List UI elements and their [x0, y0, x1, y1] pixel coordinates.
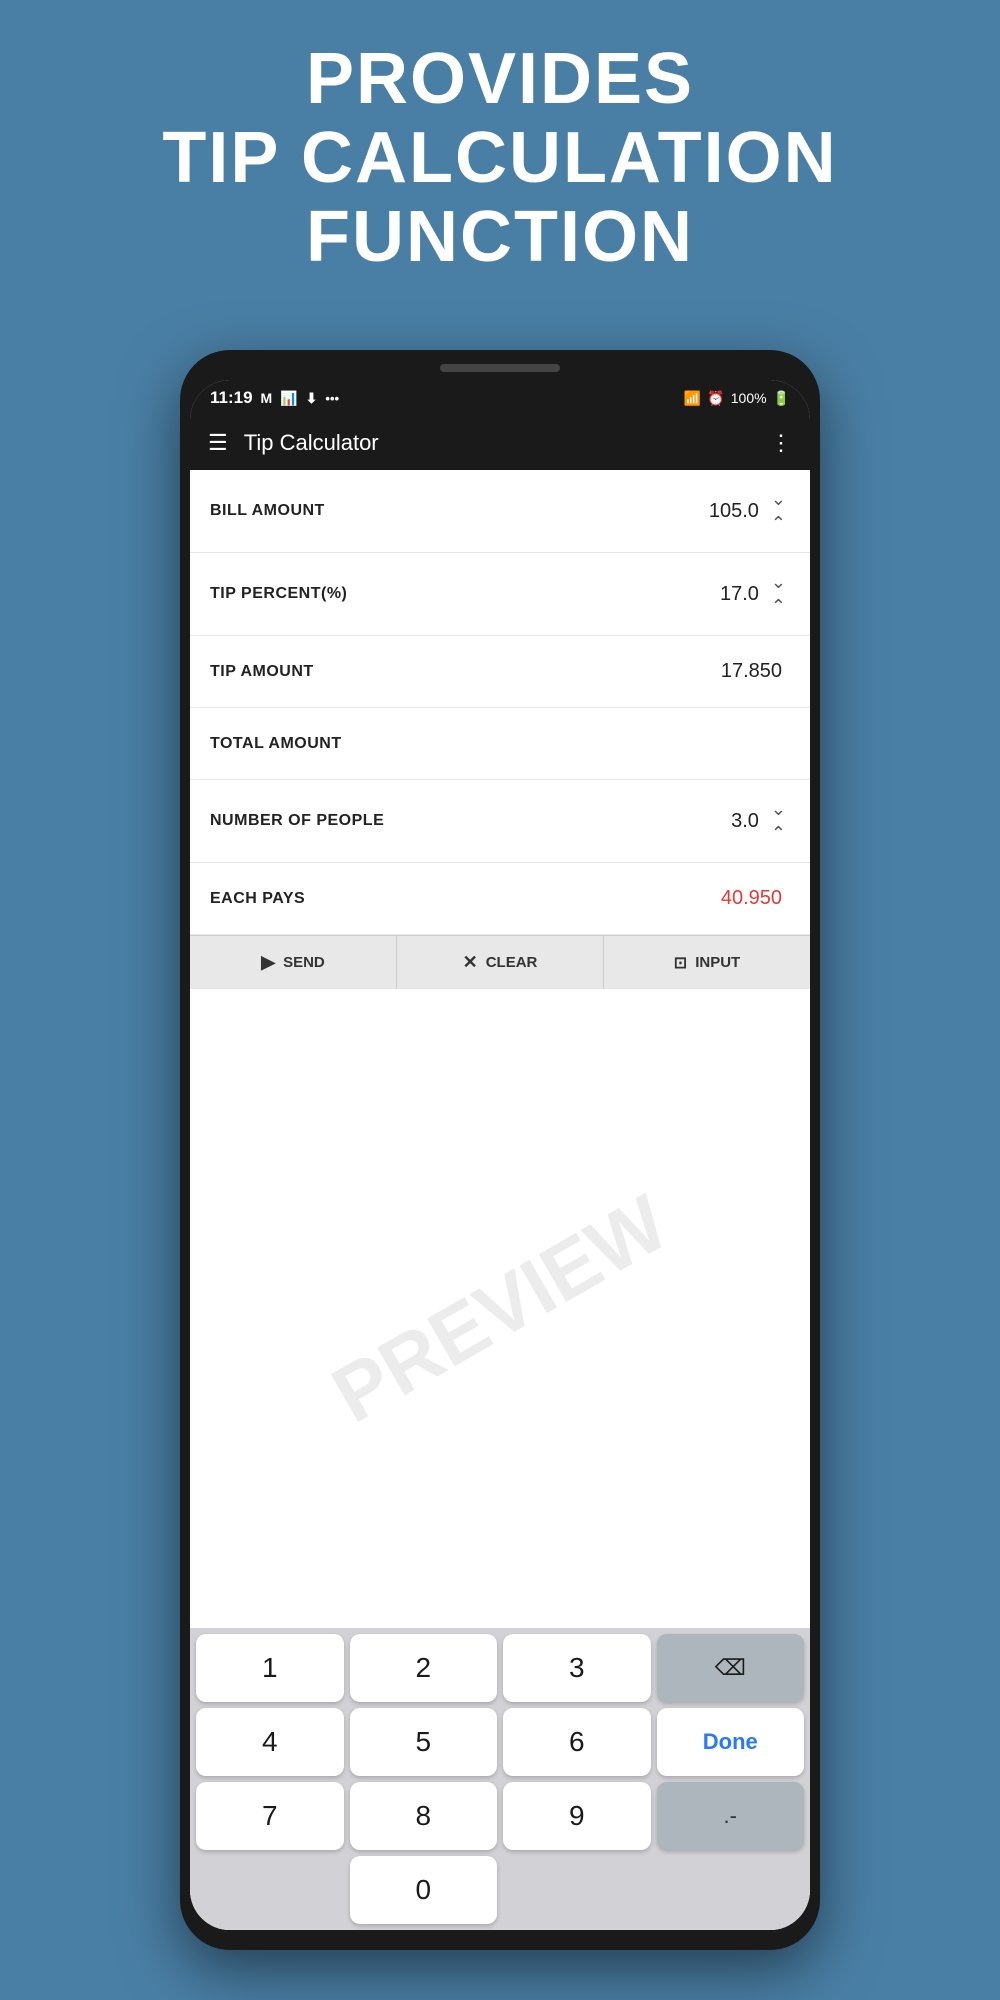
empty-space: PREVIEW — [190, 989, 810, 1628]
key-6[interactable]: 6 — [503, 1708, 651, 1776]
key-0[interactable]: 0 — [350, 1856, 498, 1924]
key-done[interactable]: Done — [657, 1708, 805, 1776]
bill-amount-up[interactable]: ⌃ — [767, 512, 790, 534]
key-backspace[interactable]: ⌫ — [657, 1634, 805, 1702]
key-5[interactable]: 5 — [350, 1708, 498, 1776]
phone-screen: 11:19 M 📊 ⬇ ••• 📶 ⏰ 100% 🔋 ☰ Tip Calcula… — [190, 380, 810, 1930]
input-button[interactable]: ⊡ INPUT — [604, 936, 810, 989]
key-7[interactable]: 7 — [196, 1782, 344, 1850]
action-bar: ▶ SEND ✕ CLEAR ⊡ INPUT — [190, 935, 810, 989]
each-pays-row: EACH PAYS 40.950 — [190, 863, 810, 935]
status-time: 11:19 — [210, 388, 253, 408]
num-people-value: 3.0 — [679, 810, 759, 833]
keyboard-row-2: 4 5 6 Done — [190, 1702, 810, 1776]
phone-frame: 11:19 M 📊 ⬇ ••• 📶 ⏰ 100% 🔋 ☰ Tip Calcula… — [180, 350, 820, 1950]
app-title: Tip Calculator — [244, 430, 754, 456]
status-bar: 11:19 M 📊 ⬇ ••• 📶 ⏰ 100% 🔋 — [190, 380, 810, 416]
watermark: PREVIEW — [317, 1176, 683, 1440]
num-people-stepper[interactable]: ⌄ ⌃ — [767, 798, 790, 844]
each-pays-label: EACH PAYS — [210, 890, 702, 908]
send-label: SEND — [283, 954, 325, 971]
num-people-up[interactable]: ⌃ — [767, 822, 790, 844]
keyboard-row-1: 1 2 3 ⌫ — [190, 1628, 810, 1702]
key-dot-dash[interactable]: .- — [657, 1782, 805, 1850]
gmail-icon: M — [261, 390, 273, 406]
keyboard-row-3: 7 8 9 .- — [190, 1776, 810, 1850]
tip-percent-stepper[interactable]: ⌄ ⌃ — [767, 571, 790, 617]
cast-icon: ⬇ — [306, 390, 318, 407]
num-people-row: NUMBER OF PEOPLE 3.0 ⌄ ⌃ — [190, 780, 810, 863]
bill-amount-label: BILL AMOUNT — [210, 502, 679, 520]
keyboard-area: 1 2 3 ⌫ 4 5 6 Done 7 8 9 .- — [190, 1628, 810, 1930]
alarm-icon: ⏰ — [707, 390, 724, 407]
bill-amount-down[interactable]: ⌄ — [767, 488, 790, 510]
battery-icon: 🔋 — [773, 390, 790, 407]
input-icon: ⊡ — [674, 953, 687, 973]
hero-line2: TIP CALCULATION — [60, 119, 940, 198]
keyboard-row-4: 0 — [190, 1850, 810, 1930]
clear-button[interactable]: ✕ CLEAR — [397, 936, 604, 989]
each-pays-value: 40.950 — [702, 887, 782, 910]
total-amount-row: TOTAL AMOUNT — [190, 708, 810, 780]
total-amount-label: TOTAL AMOUNT — [210, 735, 702, 753]
hero-line1: PROVIDES — [60, 40, 940, 119]
key-empty-far — [657, 1856, 805, 1924]
bill-amount-value: 105.0 — [679, 500, 759, 523]
key-empty-left — [196, 1856, 344, 1924]
key-9[interactable]: 9 — [503, 1782, 651, 1850]
tip-percent-value: 17.0 — [679, 583, 759, 606]
tip-amount-row: TIP AMOUNT 17.850 — [190, 636, 810, 708]
wifi-icon: 📶 — [684, 390, 701, 407]
key-2[interactable]: 2 — [350, 1634, 498, 1702]
tip-percent-row: TIP PERCENT(%) 17.0 ⌄ ⌃ — [190, 553, 810, 636]
send-button[interactable]: ▶ SEND — [190, 936, 397, 989]
hamburger-button[interactable]: ☰ — [208, 430, 228, 456]
hero-line3: FUNCTION — [60, 198, 940, 277]
calc-rows: BILL AMOUNT 105.0 ⌄ ⌃ TIP PERCENT(%) 17.… — [190, 470, 810, 935]
app-bar: ☰ Tip Calculator ⋮ — [190, 416, 810, 470]
status-right: 📶 ⏰ 100% 🔋 — [684, 390, 790, 407]
tip-amount-value: 17.850 — [702, 660, 782, 683]
key-1[interactable]: 1 — [196, 1634, 344, 1702]
bill-amount-row: BILL AMOUNT 105.0 ⌄ ⌃ — [190, 470, 810, 553]
tip-percent-down[interactable]: ⌄ — [767, 571, 790, 593]
tip-percent-label: TIP PERCENT(%) — [210, 585, 679, 603]
num-people-down[interactable]: ⌄ — [767, 798, 790, 820]
battery-text: 100% — [731, 390, 767, 406]
tip-percent-up[interactable]: ⌃ — [767, 595, 790, 617]
phone-notch — [440, 364, 560, 372]
num-people-label: NUMBER OF PEOPLE — [210, 812, 679, 830]
clear-icon: ✕ — [463, 952, 478, 973]
key-4[interactable]: 4 — [196, 1708, 344, 1776]
key-8[interactable]: 8 — [350, 1782, 498, 1850]
chart-icon: 📊 — [280, 390, 297, 407]
bill-amount-stepper[interactable]: ⌄ ⌃ — [767, 488, 790, 534]
clear-label: CLEAR — [486, 954, 538, 971]
tip-amount-label: TIP AMOUNT — [210, 663, 702, 681]
dots-icon: ••• — [325, 391, 339, 406]
status-left: 11:19 M 📊 ⬇ ••• — [210, 388, 339, 408]
key-empty-right — [503, 1856, 651, 1924]
input-label: INPUT — [695, 954, 740, 971]
key-3[interactable]: 3 — [503, 1634, 651, 1702]
more-options-button[interactable]: ⋮ — [770, 430, 792, 456]
send-icon: ▶ — [261, 952, 275, 973]
hero-section: PROVIDES TIP CALCULATION FUNCTION — [0, 0, 1000, 308]
calc-content: BILL AMOUNT 105.0 ⌄ ⌃ TIP PERCENT(%) 17.… — [190, 470, 810, 1930]
